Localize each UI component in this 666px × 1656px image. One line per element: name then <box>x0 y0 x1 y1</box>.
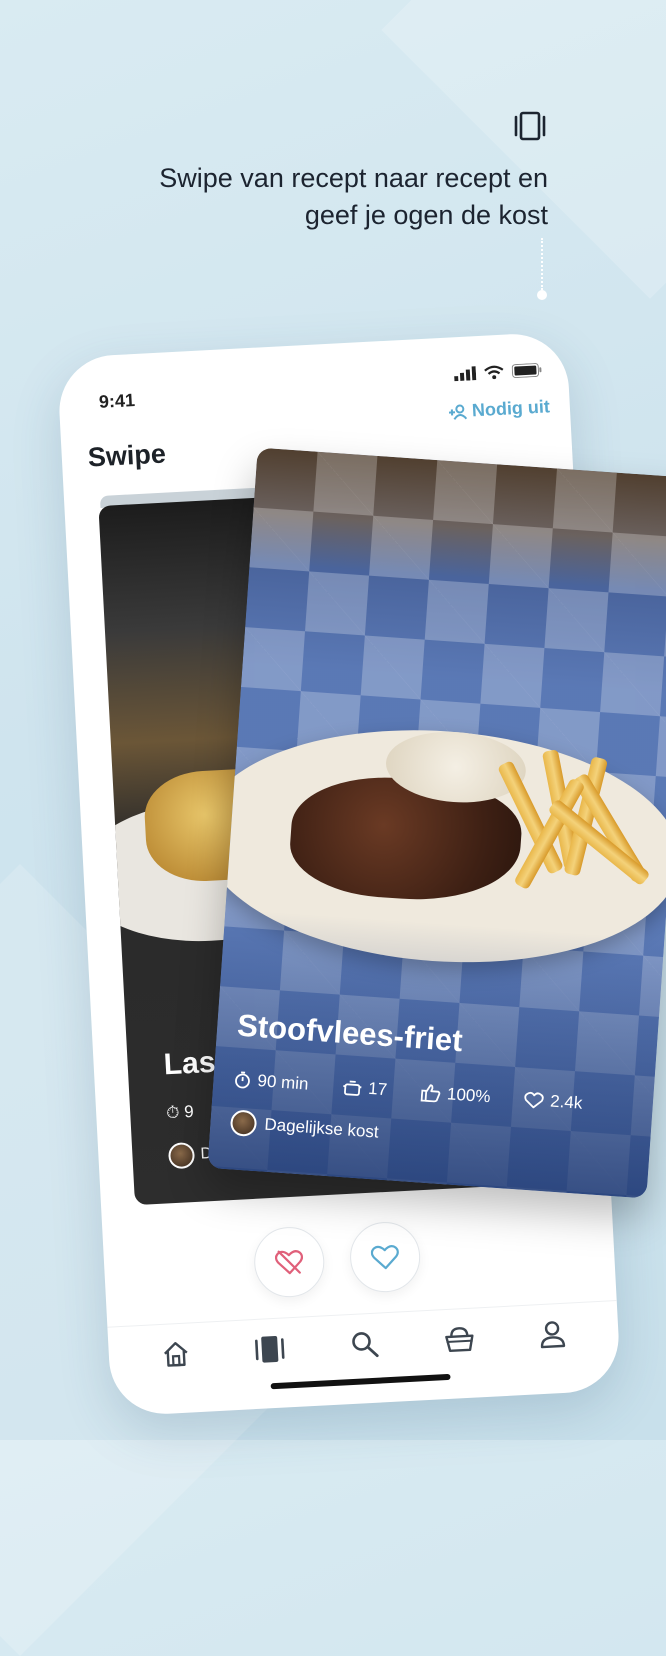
avatar <box>168 1142 195 1169</box>
like-button[interactable] <box>348 1220 422 1294</box>
recipe-author: D <box>168 1141 213 1169</box>
home-icon[interactable] <box>160 1339 191 1369</box>
tab-bar <box>107 1300 619 1388</box>
recipe-meta: ⏱ 9 <box>166 1102 194 1123</box>
recipe-time: 9 <box>184 1102 194 1121</box>
pointer-dot <box>537 290 547 300</box>
promo-text: Swipe van recept naar recept en geef je … <box>159 160 548 234</box>
basket-icon[interactable] <box>442 1325 475 1355</box>
swipe-actions <box>252 1220 421 1299</box>
dislike-button[interactable] <box>252 1225 326 1299</box>
profile-icon[interactable] <box>538 1319 568 1350</box>
avatar <box>230 1109 258 1137</box>
thumbs-up-icon <box>420 1084 441 1103</box>
recipe-card-front[interactable]: Stoofvlees-friet 90 min 17 100% <box>207 448 666 1199</box>
recipe-rating-value: 100% <box>446 1084 491 1107</box>
status-icons <box>454 363 543 382</box>
recipe-likes: 2.4k <box>524 1090 583 1114</box>
timer-icon <box>233 1070 252 1089</box>
heart-icon <box>370 1243 399 1270</box>
heart-icon <box>524 1091 545 1110</box>
battery-icon <box>512 363 543 379</box>
add-person-icon <box>448 403 469 420</box>
signal-icon <box>454 366 477 381</box>
invite-button[interactable]: Nodig uit <box>447 396 550 422</box>
swipe-cards-icon[interactable] <box>253 1333 287 1365</box>
wifi-icon <box>484 365 505 380</box>
recipe-servings: 17 <box>342 1077 388 1100</box>
recipe-likes-value: 2.4k <box>550 1092 583 1114</box>
recipe-title: Las <box>163 1046 216 1083</box>
page-title: Swipe <box>87 439 167 474</box>
fries-image <box>497 746 657 906</box>
recipe-servings-value: 17 <box>368 1079 388 1100</box>
promo-line-2: geef je ogen de kost <box>159 197 548 234</box>
invite-label: Nodig uit <box>471 396 550 421</box>
author-name: Dagelijkse kost <box>264 1115 379 1143</box>
swipe-cards-icon <box>512 108 548 144</box>
pointer-line <box>541 238 543 290</box>
recipe-time-value: 90 min <box>257 1071 309 1095</box>
search-icon[interactable] <box>349 1329 381 1361</box>
status-time: 9:41 <box>98 390 135 413</box>
promo-line-1: Swipe van recept naar recept en <box>159 160 548 197</box>
background-diamond <box>381 0 666 299</box>
timer-icon: ⏱ <box>166 1103 180 1123</box>
cooking-pot-icon <box>342 1078 363 1097</box>
broken-heart-icon <box>275 1248 304 1275</box>
